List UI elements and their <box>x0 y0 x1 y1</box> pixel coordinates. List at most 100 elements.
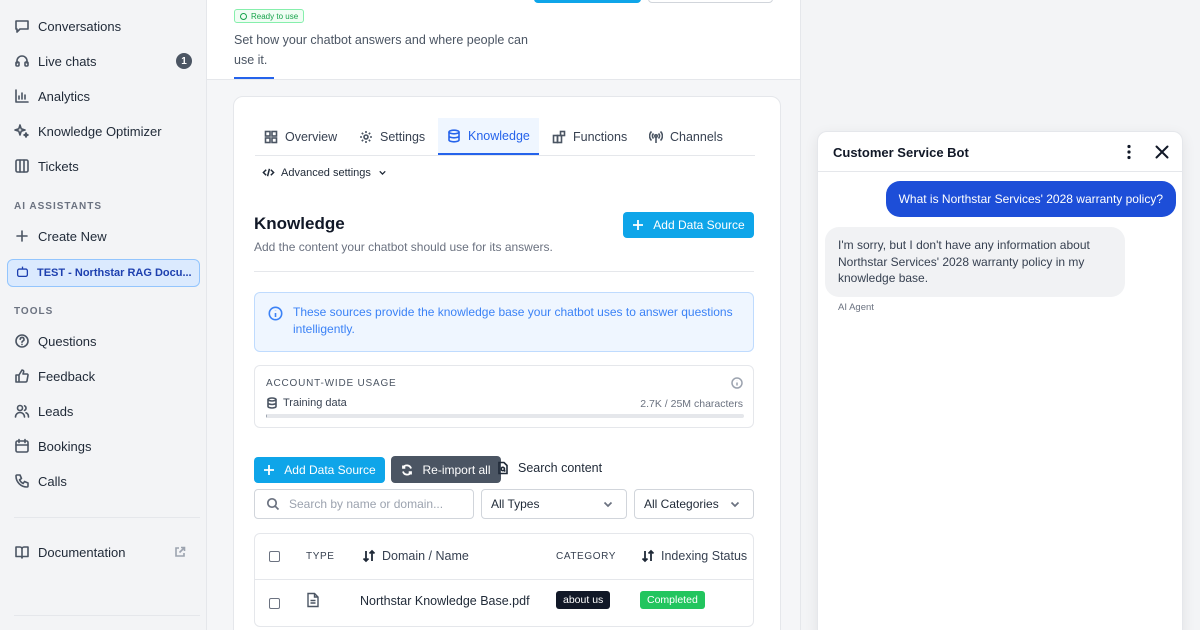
advanced-settings-label: Advanced settings <box>281 166 371 179</box>
info-icon <box>268 306 283 321</box>
sidebar-item-label: Knowledge Optimizer <box>38 123 162 139</box>
sidebar-item-calls[interactable]: Calls <box>14 468 200 494</box>
live-chats-count-badge: 1 <box>176 53 192 69</box>
sidebar-item-label: Leads <box>38 403 74 419</box>
broadcast-icon <box>649 130 663 143</box>
chat-widget: Customer Service Bot What is Northstar S… <box>817 131 1183 630</box>
sidebar-item-label: Analytics <box>38 88 91 104</box>
sidebar-item-tickets[interactable]: Tickets <box>14 153 200 179</box>
check-circle-icon <box>240 12 247 20</box>
sidebar-item-leads[interactable]: Leads <box>14 398 200 424</box>
section-subtitle: Add the content your chatbot should use … <box>254 240 553 254</box>
close-icon[interactable] <box>1153 143 1171 161</box>
sidebar-item-label: Documentation <box>38 544 126 560</box>
main-panel: Ready to use Set how your chatbot answer… <box>207 0 800 630</box>
create-new-label: Create New <box>38 228 107 244</box>
book-icon <box>14 544 30 560</box>
thumbs-up-icon <box>14 368 30 384</box>
add-data-source-button[interactable]: Add Data Source <box>623 212 754 238</box>
table-header: TYPE Domain / Name CATEGORY Indexing Sta… <box>255 534 753 580</box>
column-header-label: Domain / Name <box>382 549 469 563</box>
sidebar-item-analytics[interactable]: Analytics <box>14 83 200 109</box>
info-icon[interactable] <box>731 377 743 389</box>
search-content-button[interactable]: Search content <box>496 461 602 475</box>
search-input[interactable]: Search by name or domain... <box>254 489 474 519</box>
sidebar-item-active-assistant[interactable]: TEST - Northstar RAG Docu... <box>7 259 200 287</box>
usage-value: 2.7K / 25M characters <box>640 398 743 410</box>
sidebar-item-conversations[interactable]: Conversations <box>14 13 200 39</box>
sidebar-item-documentation[interactable]: Documentation <box>14 539 200 565</box>
sidebar-item-knowledge-optimizer[interactable]: Knowledge Optimizer <box>14 118 200 144</box>
ticket-icon <box>14 158 30 174</box>
sidebar-item-live-chats[interactable]: Live chats 1 <box>14 48 200 74</box>
section-title: Knowledge <box>254 214 345 233</box>
sidebar-item-feedback[interactable]: Feedback <box>14 363 200 389</box>
row-name: Northstar Knowledge Base.pdf <box>360 594 530 608</box>
usage-progress-fill <box>266 414 268 418</box>
select-all-checkbox[interactable] <box>269 551 280 562</box>
sidebar-divider <box>14 615 200 616</box>
chevron-down-icon <box>603 501 613 508</box>
data-source-table: TYPE Domain / Name CATEGORY Indexing Sta… <box>254 533 754 627</box>
sort-icon <box>641 549 655 563</box>
button-label: Add Data Source <box>653 218 745 232</box>
search-placeholder: Search by name or domain... <box>289 497 444 511</box>
category-filter-select[interactable]: All Categories <box>634 489 754 519</box>
sidebar-item-label: Feedback <box>38 368 96 384</box>
sidebar-item-label: Conversations <box>38 18 122 34</box>
type-filter-value: All Types <box>491 497 540 511</box>
tab-channels[interactable]: Channels <box>640 118 732 155</box>
user-message: What is Northstar Services' 2028 warrant… <box>885 181 1176 217</box>
row-checkbox[interactable] <box>269 598 280 609</box>
question-icon <box>14 333 30 349</box>
tab-label: Knowledge <box>468 128 530 143</box>
tab-overview[interactable]: Overview <box>255 118 346 155</box>
usage-row: Training data <box>266 397 347 409</box>
sidebar-item-label: Questions <box>38 333 97 349</box>
bot-author-label: AI Agent <box>838 302 874 313</box>
advanced-settings-toggle[interactable]: Advanced settings <box>262 166 388 179</box>
sidebar-item-label: Calls <box>38 473 67 489</box>
create-new-button[interactable]: Create New <box>14 223 200 249</box>
search-icon <box>266 497 280 511</box>
header-primary-button[interactable] <box>534 0 641 3</box>
plus-icon <box>14 228 30 244</box>
sidebar-divider <box>14 517 200 518</box>
type-filter-select[interactable]: All Types <box>481 489 627 519</box>
column-header-label: Indexing Status <box>661 549 748 563</box>
code-icon <box>262 168 275 177</box>
tab-knowledge[interactable]: Knowledge <box>438 118 539 155</box>
bot-message: I'm sorry, but I don't have any informat… <box>825 227 1125 297</box>
ai-assistants-section-label: AI ASSISTANTS <box>14 201 103 212</box>
column-header-status[interactable]: Indexing Status <box>641 549 747 563</box>
tab-functions[interactable]: Functions <box>543 118 636 155</box>
sidebar-item-label: Bookings <box>38 438 92 454</box>
button-label: Re-import all <box>422 462 491 477</box>
chevron-down-icon <box>379 170 386 175</box>
button-label: Add Data Source <box>284 463 376 477</box>
sidebar-item-questions[interactable]: Questions <box>14 328 200 354</box>
status-badge: Completed <box>640 591 705 609</box>
more-options-icon[interactable] <box>1120 143 1138 161</box>
info-callout: These sources provide the knowledge base… <box>254 292 754 352</box>
tab-label: Settings <box>380 129 426 144</box>
add-data-source-button[interactable]: Add Data Source <box>254 457 385 483</box>
tab-settings[interactable]: Settings <box>350 118 434 155</box>
tab-label: Functions <box>573 129 628 144</box>
sidebar-item-label: Live chats <box>38 53 97 69</box>
tools-section-label: TOOLS <box>14 306 54 317</box>
usage-row-label: Training data <box>283 397 347 409</box>
reimport-all-button[interactable]: Re-import all <box>391 456 501 483</box>
database-icon <box>267 397 277 409</box>
header-secondary-button[interactable] <box>648 0 773 3</box>
sidebar-item-label: Tickets <box>38 158 79 174</box>
button-label: Search content <box>518 461 603 475</box>
sidebar: Conversations Live chats 1 Analytics Kno… <box>0 0 207 630</box>
bot-icon <box>16 265 37 281</box>
sparkle-icon <box>14 123 30 139</box>
sidebar-item-bookings[interactable]: Bookings <box>14 433 200 459</box>
database-icon <box>448 128 460 143</box>
tab-label: Overview <box>285 129 338 144</box>
external-link-icon <box>174 546 186 558</box>
column-header-name[interactable]: Domain / Name <box>362 549 469 563</box>
